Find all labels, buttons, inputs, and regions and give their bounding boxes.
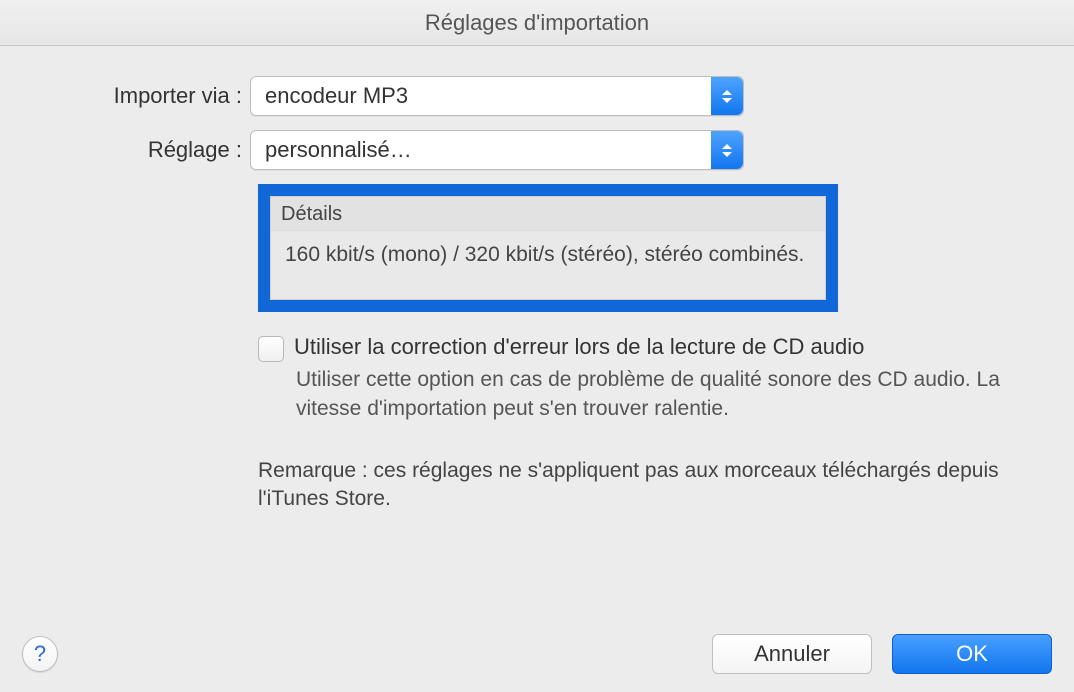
- window-title: Réglages d'importation: [0, 0, 1074, 46]
- help-icon: ?: [34, 641, 46, 667]
- cancel-button[interactable]: Annuler: [712, 634, 872, 674]
- details-highlight: Détails 160 kbit/s (mono) / 320 kbit/s (…: [258, 184, 838, 312]
- updown-icon: [711, 131, 743, 169]
- details-box: Détails 160 kbit/s (mono) / 320 kbit/s (…: [270, 196, 826, 300]
- cancel-button-label: Annuler: [754, 641, 830, 667]
- ok-button-label: OK: [956, 641, 988, 667]
- setting-row: Réglage : personnalisé…: [20, 130, 1054, 170]
- note-text: Remarque : ces réglages ne s'appliquent …: [258, 457, 1018, 514]
- import-via-select[interactable]: encodeur MP3: [250, 76, 744, 116]
- import-via-label: Importer via :: [20, 83, 250, 109]
- error-correction-checkbox[interactable]: [258, 336, 284, 362]
- import-via-value: encodeur MP3: [251, 83, 711, 109]
- setting-value: personnalisé…: [251, 137, 711, 163]
- details-body: 160 kbit/s (mono) / 320 kbit/s (stéréo),…: [271, 231, 825, 269]
- error-correction-label: Utiliser la correction d'erreur lors de …: [294, 334, 864, 360]
- details-heading: Détails: [271, 197, 825, 231]
- dialog-content: Importer via : encodeur MP3 Réglage : pe…: [0, 46, 1074, 514]
- setting-label: Réglage :: [20, 137, 250, 163]
- help-button[interactable]: ?: [22, 636, 58, 672]
- error-correction-row: Utiliser la correction d'erreur lors de …: [258, 334, 1054, 362]
- dialog-footer: ? Annuler OK: [0, 634, 1074, 674]
- error-correction-description: Utiliser cette option en cas de problème…: [296, 366, 1016, 423]
- updown-icon: [711, 77, 743, 115]
- ok-button[interactable]: OK: [892, 634, 1052, 674]
- setting-select[interactable]: personnalisé…: [250, 130, 744, 170]
- import-via-row: Importer via : encodeur MP3: [20, 76, 1054, 116]
